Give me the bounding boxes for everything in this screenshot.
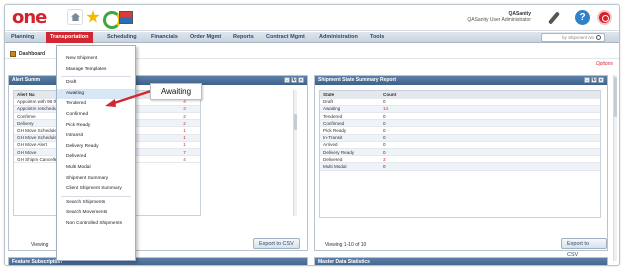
shipment-state-panel: Shipment State Summary Report - ↻ × Stat… — [314, 75, 608, 258]
menu-item-delivered[interactable]: Delivered — [57, 152, 135, 163]
menu-item-client-shipment-summary[interactable]: Client Shipment Summary — [57, 184, 135, 195]
refresh-panel-icon[interactable]: ↻ — [291, 77, 297, 83]
awaiting-callout: Awaiting — [150, 83, 202, 100]
alert-panel-title: Alert Summ — [12, 77, 41, 83]
dashboard-title: Dashboard — [19, 51, 46, 57]
menu-item-manage-templates[interactable]: Manage Templates — [57, 65, 135, 76]
alert-scrollbar[interactable] — [293, 90, 297, 216]
feature-subscription-panel: Feature Subscription — [8, 257, 308, 265]
nav-planning[interactable]: Planning — [7, 32, 38, 43]
shipment-state-table: State Count Draft 0 Awaiting 14 Tendered 0 … — [319, 90, 601, 218]
brand-logo[interactable]: one — [12, 8, 54, 28]
table-row[interactable]: Arrived 0 — [320, 141, 600, 150]
close-panel-icon[interactable]: × — [598, 77, 604, 83]
dashboard-icon — [10, 51, 16, 57]
page-scrollbar-thumb[interactable] — [614, 77, 617, 117]
alert-summary-panel: Alert Summ - ↻ × Alert Na Appointm with … — [8, 75, 308, 251]
table-row[interactable]: Delivery Ready 0 — [320, 148, 600, 157]
alert-viewing-text: Viewing — [31, 242, 49, 248]
shipment-viewing-text: Viewing 1-10 of 10 — [325, 242, 367, 248]
menu-item-new-shipment[interactable]: New Shipment — [57, 54, 135, 65]
table-row[interactable]: Multi Modal 0 — [320, 162, 600, 171]
wrench-icon[interactable] — [549, 10, 565, 26]
count-column-header[interactable]: Count — [380, 91, 600, 99]
nav-reports[interactable]: Reports — [229, 32, 258, 43]
table-row[interactable]: Pick Ready 0 — [320, 126, 600, 135]
menu-item-search-movements[interactable]: Search Movements — [57, 208, 135, 219]
table-row[interactable]: Delivered 3 — [320, 155, 600, 164]
state-column-header[interactable]: State — [320, 91, 380, 99]
power-icon[interactable] — [597, 10, 612, 25]
menu-divider — [61, 76, 131, 78]
menu-item-non-controlled-shipments[interactable]: Non Controlled Shipments — [57, 219, 135, 230]
page-scrollbar[interactable] — [613, 75, 617, 261]
master-data-panel: Master Data Statistics — [314, 257, 608, 265]
menu-item-delivery-ready[interactable]: Delivery Ready — [57, 142, 135, 153]
nav-contract-mgmt[interactable]: Contract Mgmt — [262, 32, 309, 43]
callout-arrow — [105, 89, 152, 107]
favorites-icon[interactable] — [85, 9, 101, 25]
nav-order-mgmt[interactable]: Order Mgmt — [186, 32, 225, 43]
nav-administration[interactable]: Administration — [315, 32, 362, 43]
scrollbar-thumb[interactable] — [294, 114, 297, 130]
menu-item-pick-ready[interactable]: Pick Ready — [57, 121, 135, 132]
menu-item-search-shipments[interactable]: Search Shipments — [57, 198, 135, 209]
menu-item-shipment-summary[interactable]: Shipment Summary — [57, 174, 135, 185]
user-info: QASanity QASanity User Administrator — [467, 11, 531, 23]
help-icon[interactable]: ? — [575, 10, 590, 25]
table-row[interactable]: Awaiting 14 — [320, 105, 600, 114]
close-panel-icon[interactable]: × — [298, 77, 304, 83]
table-row[interactable]: In-Transit 0 — [320, 134, 600, 142]
flag-icon[interactable] — [117, 9, 133, 25]
search-icon[interactable] — [596, 35, 601, 40]
shipment-export-csv-button[interactable]: Export to CSV — [561, 238, 607, 258]
nav-financials[interactable]: Financials — [147, 32, 182, 43]
collapse-icon[interactable]: - — [584, 77, 590, 83]
menu-item-intransit[interactable]: Intransit — [57, 131, 135, 142]
search-placeholder: by Shipment No — [562, 35, 595, 40]
panel-controls: - ↻ × — [584, 77, 604, 83]
alert-export-csv-button[interactable]: Export to CSV — [253, 238, 300, 249]
menu-item-multi-modal[interactable]: Multi Modal — [57, 163, 135, 174]
transportation-menu: New Shipment Manage Templates Draft Awai… — [56, 45, 136, 261]
menu-item-confirmed[interactable]: Confirmed — [57, 110, 135, 121]
shipment-panel-header: Shipment State Summary Report - ↻ × — [315, 76, 607, 85]
master-data-panel-title: Master Data Statistics — [318, 259, 370, 265]
feature-panel-header: Feature Subscription — [9, 258, 307, 265]
shipment-panel-title: Shipment State Summary Report — [318, 77, 397, 83]
app-header: one QASanity QASanity User Administrator… — [5, 5, 619, 31]
home-icon[interactable] — [67, 9, 83, 25]
main-nav: Planning Transportation Scheduling Finan… — [5, 32, 619, 43]
panel-controls: - ↻ × — [284, 77, 304, 83]
menu-item-draft[interactable]: Draft — [57, 78, 135, 89]
nav-tools[interactable]: Tools — [366, 32, 388, 43]
master-data-panel-header: Master Data Statistics — [315, 258, 607, 265]
shipment-search-input[interactable]: by Shipment No — [541, 33, 605, 42]
table-row[interactable]: Confirmed 0 — [320, 119, 600, 128]
refresh-panel-icon[interactable]: ↻ — [591, 77, 597, 83]
table-row[interactable]: Draft 0 — [320, 98, 600, 106]
nav-transportation[interactable]: Transportation — [46, 32, 93, 43]
refresh-icon[interactable] — [101, 9, 121, 29]
app-window: one QASanity QASanity User Administrator… — [4, 4, 620, 266]
table-row[interactable]: Tendered 0 — [320, 112, 600, 121]
options-link[interactable]: Options — [596, 61, 613, 67]
collapse-icon[interactable]: - — [284, 77, 290, 83]
user-role: QASanity User Administrator — [467, 17, 531, 23]
menu-divider — [61, 195, 131, 197]
nav-scheduling[interactable]: Scheduling — [103, 32, 141, 43]
feature-panel-title: Feature Subscription — [12, 259, 63, 265]
